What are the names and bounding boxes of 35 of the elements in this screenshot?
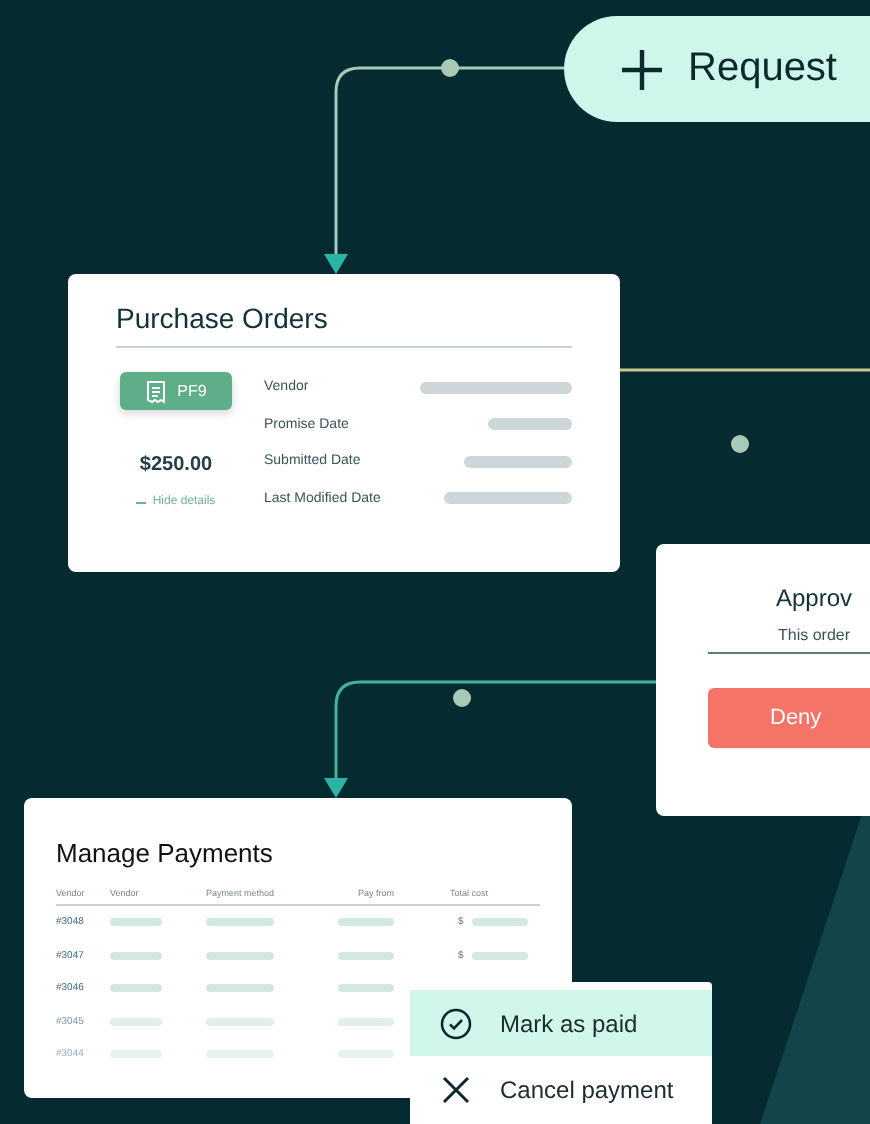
placeholder-bar xyxy=(338,918,394,927)
placeholder-bar xyxy=(110,951,162,960)
message-text: This order xyxy=(708,612,870,654)
close-icon xyxy=(440,1073,472,1105)
placeholder-bar xyxy=(464,455,572,467)
amount-text: $250.00 xyxy=(139,454,213,476)
placeholder-bar xyxy=(206,951,274,960)
placeholder-bar xyxy=(338,951,394,960)
placeholder-bar xyxy=(444,492,572,504)
placeholder-bar xyxy=(488,418,572,430)
placeholder-bar xyxy=(110,984,162,993)
card-title: Manage Payments xyxy=(56,838,275,868)
receipt-icon xyxy=(145,379,166,403)
connector-dot xyxy=(441,59,459,77)
card-title: Purchase Orders xyxy=(116,302,572,348)
placeholder-bar xyxy=(471,918,528,927)
placeholder-bar xyxy=(110,1017,162,1026)
menu-item[interactable]: Cancel payment xyxy=(410,1056,712,1122)
check-circle-icon xyxy=(440,1007,472,1039)
request-button[interactable]: Request xyxy=(564,16,870,122)
placeholder-bar xyxy=(110,918,162,927)
placeholder-bar xyxy=(206,918,274,927)
connector-dot xyxy=(453,689,471,707)
placeholder-bar xyxy=(110,1050,162,1059)
connector-dot xyxy=(731,435,749,453)
placeholder-bar xyxy=(206,1017,274,1026)
placeholder-bar xyxy=(338,984,394,993)
placeholder-bar xyxy=(338,1017,394,1026)
card-title: Approv xyxy=(774,584,855,612)
placeholder-bar xyxy=(338,1050,394,1059)
placeholder-bar xyxy=(206,984,274,993)
placeholder-bar xyxy=(471,951,528,960)
menu-item[interactable]: Mark as paid xyxy=(410,990,712,1056)
plus-icon xyxy=(620,47,664,91)
placeholder-bar xyxy=(206,1050,274,1059)
